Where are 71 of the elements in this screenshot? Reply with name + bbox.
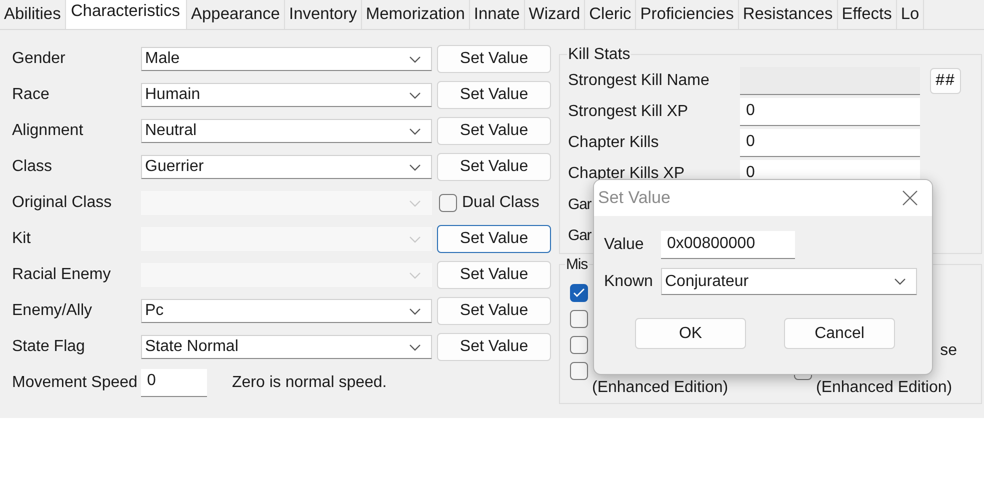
- dropdown[interactable]: Male: [141, 47, 432, 71]
- dropdown[interactable]: Humain: [141, 83, 432, 107]
- chevron-down-icon: [409, 56, 421, 62]
- chevron-down-icon: [409, 236, 421, 242]
- dropdown[interactable]: Neutral: [141, 119, 432, 143]
- chevron-down-icon: [409, 92, 421, 98]
- dialog-button[interactable]: Cancel: [784, 318, 895, 349]
- tab[interactable]: Cleric: [585, 0, 636, 29]
- input-field[interactable]: 0: [740, 98, 920, 126]
- field-label: Original Class: [12, 194, 113, 212]
- tab[interactable]: Effects: [838, 0, 897, 29]
- field-label: Strongest Kill Name: [568, 72, 710, 90]
- field-label: Gar: [568, 196, 592, 213]
- hash-button[interactable]: ##: [930, 68, 961, 94]
- checkbox-label: Dual Class: [462, 194, 540, 212]
- set-value-button[interactable]: Set Value: [437, 333, 551, 361]
- tab[interactable]: Appearance: [186, 0, 285, 29]
- field-label: Known: [604, 272, 654, 290]
- dropdown[interactable]: Guerrier: [141, 155, 432, 179]
- field-label: Kit: [12, 230, 32, 248]
- field-label: Chapter Kills: [568, 134, 660, 152]
- set-value-button[interactable]: Set Value: [437, 117, 551, 145]
- tab[interactable]: Lo: [896, 0, 924, 29]
- hint-text: Zero is normal speed.: [232, 374, 387, 392]
- chevron-down-icon: [409, 344, 421, 350]
- field-label: Strongest Kill XP: [568, 102, 690, 120]
- checkbox[interactable]: [570, 362, 588, 380]
- tab[interactable]: Inventory: [284, 0, 362, 29]
- field-label: Value: [604, 236, 645, 254]
- tab[interactable]: Wizard: [524, 0, 586, 29]
- set-value-button[interactable]: Set Value: [437, 81, 551, 109]
- dialog-title: Set Value: [598, 188, 670, 208]
- checkbox[interactable]: [570, 284, 588, 302]
- input-field[interactable]: 0x00800000: [661, 230, 795, 258]
- chevron-down-icon: [894, 278, 906, 285]
- field-label: Alignment: [12, 122, 84, 140]
- field-label: Class: [12, 158, 54, 176]
- checkbox[interactable]: [570, 310, 588, 328]
- field-label: Enemy/Ally: [12, 302, 94, 320]
- tab[interactable]: Resistances: [738, 0, 838, 29]
- input-field[interactable]: 0: [740, 128, 920, 156]
- field-label: Gender: [12, 50, 66, 68]
- checkbox-label: (Enhanced Edition): [592, 379, 728, 397]
- tab[interactable]: Memorization: [362, 0, 470, 29]
- tab[interactable]: Characteristics: [66, 0, 187, 29]
- checkbox[interactable]: [570, 336, 588, 354]
- field-label: Race: [12, 86, 50, 104]
- chevron-down-icon: [409, 164, 421, 170]
- field-label: State Flag: [12, 338, 86, 356]
- dropdown[interactable]: State Normal: [141, 335, 432, 359]
- set-value-button[interactable]: Set Value: [437, 297, 551, 325]
- checkmark-icon: [573, 288, 585, 298]
- chevron-down-icon: [409, 308, 421, 314]
- close-icon[interactable]: [902, 190, 918, 206]
- dialog-button[interactable]: OK: [635, 318, 746, 349]
- chevron-down-icon: [409, 200, 421, 206]
- field-label: Racial Enemy: [12, 266, 112, 284]
- chevron-down-icon: [409, 128, 421, 134]
- dropdown[interactable]: Pc: [141, 299, 432, 323]
- tab[interactable]: Proficiencies: [636, 0, 739, 29]
- set-value-button[interactable]: Set Value: [437, 45, 551, 73]
- checkbox-label: (Enhanced Edition): [816, 379, 952, 397]
- checkbox-label: se: [940, 342, 957, 360]
- set-value-button[interactable]: Set Value: [437, 153, 551, 181]
- chevron-down-icon: [409, 272, 421, 278]
- field-label: Gar: [568, 227, 592, 244]
- input-field[interactable]: 0: [141, 369, 207, 397]
- tab[interactable]: Innate: [470, 0, 525, 29]
- field-label: Movement Speed: [12, 374, 138, 392]
- field-label: Chapter Kills XP: [568, 164, 686, 182]
- dropdown[interactable]: Conjurateur: [661, 268, 917, 295]
